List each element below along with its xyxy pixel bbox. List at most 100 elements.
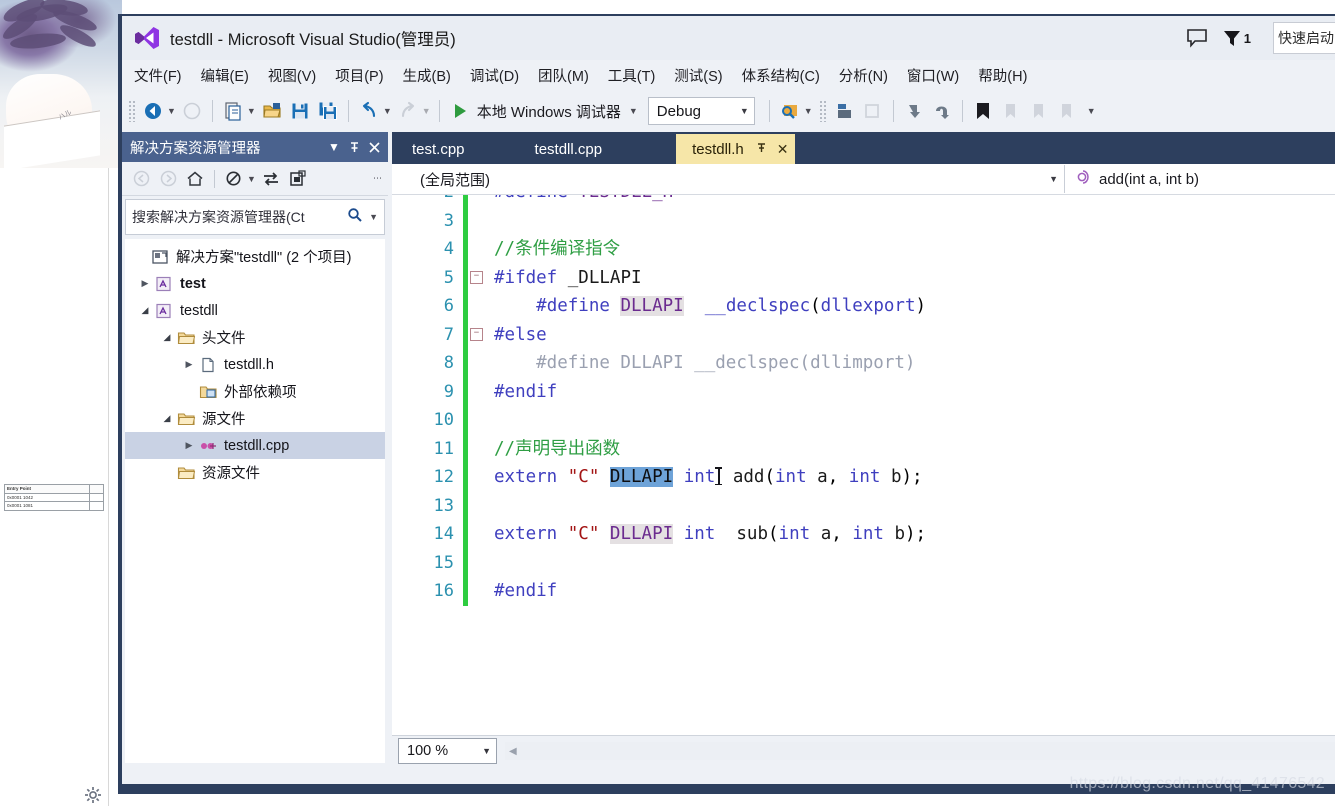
- toolbar-grip[interactable]: [128, 100, 136, 122]
- notification-flag-icon[interactable]: 1: [1222, 28, 1251, 48]
- code-text: #endif: [494, 581, 558, 601]
- watermark: https://blog.csdn.net/qq_41476542: [1069, 775, 1325, 792]
- menu-item-view[interactable]: 视图(V): [268, 65, 316, 86]
- scroll-left-icon[interactable]: ◀: [505, 746, 521, 757]
- change-bar: [463, 195, 468, 207]
- tree-node-project-testdll[interactable]: ◢ testdll: [125, 297, 385, 324]
- tab-testdll-cpp[interactable]: testdll.cpp: [518, 134, 619, 164]
- menu-item-team[interactable]: 团队(M): [538, 65, 589, 86]
- member-selector[interactable]: add(int a, int b): [1065, 165, 1335, 193]
- tree-node-folder-sources[interactable]: ◢ 源文件: [125, 405, 385, 432]
- code-line: 5 − #ifdef _DLLAPI: [392, 263, 1335, 292]
- menu-item-tools[interactable]: 工具(T): [608, 65, 656, 86]
- fold-margin[interactable]: −: [468, 271, 485, 285]
- start-debug-dropdown-icon[interactable]: ▼: [629, 106, 638, 116]
- quick-launch-input[interactable]: 快速启动: [1273, 22, 1335, 54]
- chevron-down-icon[interactable]: ◢: [159, 332, 175, 343]
- chevron-right-icon[interactable]: ▶: [181, 440, 197, 451]
- change-bar: [463, 377, 468, 406]
- pending-changes-icon[interactable]: [220, 167, 246, 191]
- close-icon[interactable]: ✕: [777, 141, 789, 158]
- collapse-icon[interactable]: −: [470, 271, 483, 285]
- tree-node-external-dependencies[interactable]: 外部依赖项: [125, 378, 385, 405]
- toolbar-overflow-icon[interactable]: ⋯: [373, 173, 382, 184]
- properties-icon[interactable]: [285, 167, 311, 191]
- menu-item-analyze[interactable]: 分析(N): [839, 65, 888, 86]
- background-document-window[interactable]: Entry Point 0x0001 1042 0x0001 1081 口改名字: [0, 168, 109, 806]
- menu-item-edit[interactable]: 编辑(E): [201, 65, 249, 86]
- new-project-dropdown-icon[interactable]: ▼: [247, 106, 256, 116]
- toolbar-separator: [347, 100, 349, 122]
- save-all-icon[interactable]: [315, 98, 341, 124]
- solution-configuration-select[interactable]: Debug ▼: [647, 97, 755, 125]
- start-debug-label[interactable]: 本地 Windows 调试器: [477, 101, 621, 122]
- find-in-files-icon[interactable]: [777, 98, 803, 124]
- home-icon[interactable]: [182, 167, 208, 191]
- fold-margin[interactable]: −: [468, 328, 485, 342]
- pin-icon[interactable]: [756, 142, 768, 157]
- menu-item-architecture[interactable]: 体系结构(C): [742, 65, 820, 86]
- search-icon[interactable]: [347, 207, 363, 228]
- new-project-icon[interactable]: [220, 98, 246, 124]
- menu-item-test[interactable]: 测试(S): [674, 65, 722, 86]
- feedback-comment-icon[interactable]: [1186, 28, 1208, 48]
- search-input[interactable]: 搜索解决方案资源管理器(Ct ▼: [125, 199, 385, 235]
- pin-icon[interactable]: [344, 137, 364, 157]
- start-debug-play-icon[interactable]: [447, 98, 473, 124]
- menu-item-debug[interactable]: 调试(D): [470, 65, 519, 86]
- tree-node-solution[interactable]: 解决方案"testdll" (2 个项目): [125, 243, 385, 270]
- toolbar-overflow-icon[interactable]: ▼: [1087, 106, 1096, 116]
- tree-node-folder-resources[interactable]: 资源文件: [125, 459, 385, 486]
- tree-node-label: testdll.cpp: [224, 437, 290, 454]
- menu-item-window[interactable]: 窗口(W): [907, 65, 959, 86]
- chevron-down-icon[interactable]: ▼: [369, 212, 378, 222]
- navigate-back-icon[interactable]: [140, 98, 166, 124]
- uncomment-selection-icon: [860, 98, 886, 124]
- tab-test-cpp[interactable]: test.cpp: [396, 134, 481, 164]
- code-editor-surface[interactable]: 2 #define TESTDLL_H 3 4: [392, 195, 1335, 735]
- tree-node-file-testdll-h[interactable]: ▶ testdll.h: [125, 351, 385, 378]
- find-dropdown-icon[interactable]: ▼: [804, 106, 813, 116]
- menu-item-file[interactable]: 文件(F): [134, 65, 182, 86]
- horizontal-scrollbar[interactable]: ◀: [505, 742, 1335, 760]
- zoom-selector[interactable]: 100 % ▼: [398, 738, 497, 764]
- chevron-right-icon[interactable]: ▶: [137, 278, 153, 289]
- save-icon[interactable]: [287, 98, 313, 124]
- step-into-icon[interactable]: [901, 98, 927, 124]
- menu-item-build[interactable]: 生成(B): [403, 65, 451, 86]
- toolbar-grip[interactable]: [818, 100, 827, 122]
- collapse-icon[interactable]: −: [470, 328, 483, 342]
- undo-icon[interactable]: [356, 98, 382, 124]
- open-file-icon[interactable]: [259, 98, 285, 124]
- toolbar-separator: [768, 100, 770, 122]
- comment-selection-icon[interactable]: [832, 98, 858, 124]
- chevron-right-icon[interactable]: ▶: [181, 359, 197, 370]
- scope-selector[interactable]: (全局范围) ▼: [392, 165, 1065, 193]
- change-bar: [463, 548, 468, 577]
- tree-node-file-testdll-cpp[interactable]: ▶ testdll.cpp: [125, 432, 385, 459]
- chevron-down-icon[interactable]: ◢: [137, 305, 153, 316]
- pending-changes-dropdown-icon[interactable]: ▼: [247, 174, 256, 184]
- line-number: 14: [433, 524, 454, 544]
- navigate-back-dropdown-icon[interactable]: ▼: [167, 106, 176, 116]
- gear-icon: [84, 786, 102, 804]
- chevron-down-icon[interactable]: ▼: [324, 137, 344, 157]
- tree-node-label: 源文件: [202, 412, 246, 428]
- step-over-icon[interactable]: [929, 98, 955, 124]
- title-bar-actions: 1 快速启动: [1186, 16, 1335, 60]
- code-line: 7 − #else: [392, 320, 1335, 349]
- chevron-down-icon[interactable]: ◢: [159, 413, 175, 424]
- undo-dropdown-icon[interactable]: ▼: [383, 106, 392, 116]
- code-line: 14 extern "C" DLLAPI int sub(int a, int …: [392, 520, 1335, 549]
- menu-item-help[interactable]: 帮助(H): [978, 65, 1027, 86]
- close-icon[interactable]: [364, 137, 384, 157]
- bookmark-icon[interactable]: [970, 98, 996, 124]
- tab-testdll-h[interactable]: testdll.h ✕: [676, 134, 795, 164]
- tree-node-folder-headers[interactable]: ◢ 头文件: [125, 324, 385, 351]
- sync-with-active-document-icon[interactable]: [258, 167, 284, 191]
- line-number: 15: [433, 552, 454, 573]
- menu-item-project[interactable]: 项目(P): [335, 65, 383, 86]
- code-text: #define DLLAPI __declspec(dllexport): [536, 296, 927, 316]
- selected-text: DLLAPI: [609, 467, 674, 487]
- tree-node-project-test[interactable]: ▶ test: [125, 270, 385, 297]
